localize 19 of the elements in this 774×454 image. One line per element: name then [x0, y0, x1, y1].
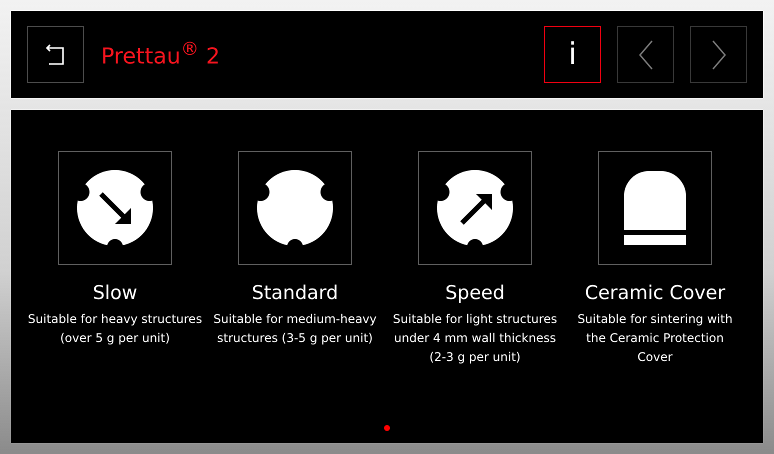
mode-name: Standard — [252, 282, 338, 304]
chevron-right-icon — [710, 40, 726, 70]
cover-icon — [623, 170, 687, 246]
mode-button[interactable] — [598, 151, 712, 265]
notched-disc-icon — [255, 168, 335, 248]
mode-name: Slow — [92, 282, 138, 304]
app-title: Prettau$^{®}$ 2 — [101, 39, 220, 70]
mode-name: Speed — [445, 282, 505, 304]
mode-name: Ceramic Cover — [584, 282, 726, 304]
mode-button[interactable] — [418, 151, 532, 265]
mode-description: Suitable for sintering with the Ceramic Protection Cover — [576, 311, 734, 366]
mode-description: Suitable for heavy structures (over 5 g per unit) — [27, 311, 203, 347]
mode-description: Suitable for medium-heavy structures (3-5 g per unit) — [212, 311, 378, 347]
mode-button[interactable] — [238, 151, 352, 265]
back-button[interactable] — [27, 26, 84, 83]
mode-button[interactable] — [58, 151, 172, 265]
mode-description: Suitable for light structures under 4 mm wall thickness (2-3 g per unit) — [392, 311, 558, 366]
chevron-left-icon — [638, 40, 654, 70]
info-button[interactable]: i — [544, 26, 601, 83]
